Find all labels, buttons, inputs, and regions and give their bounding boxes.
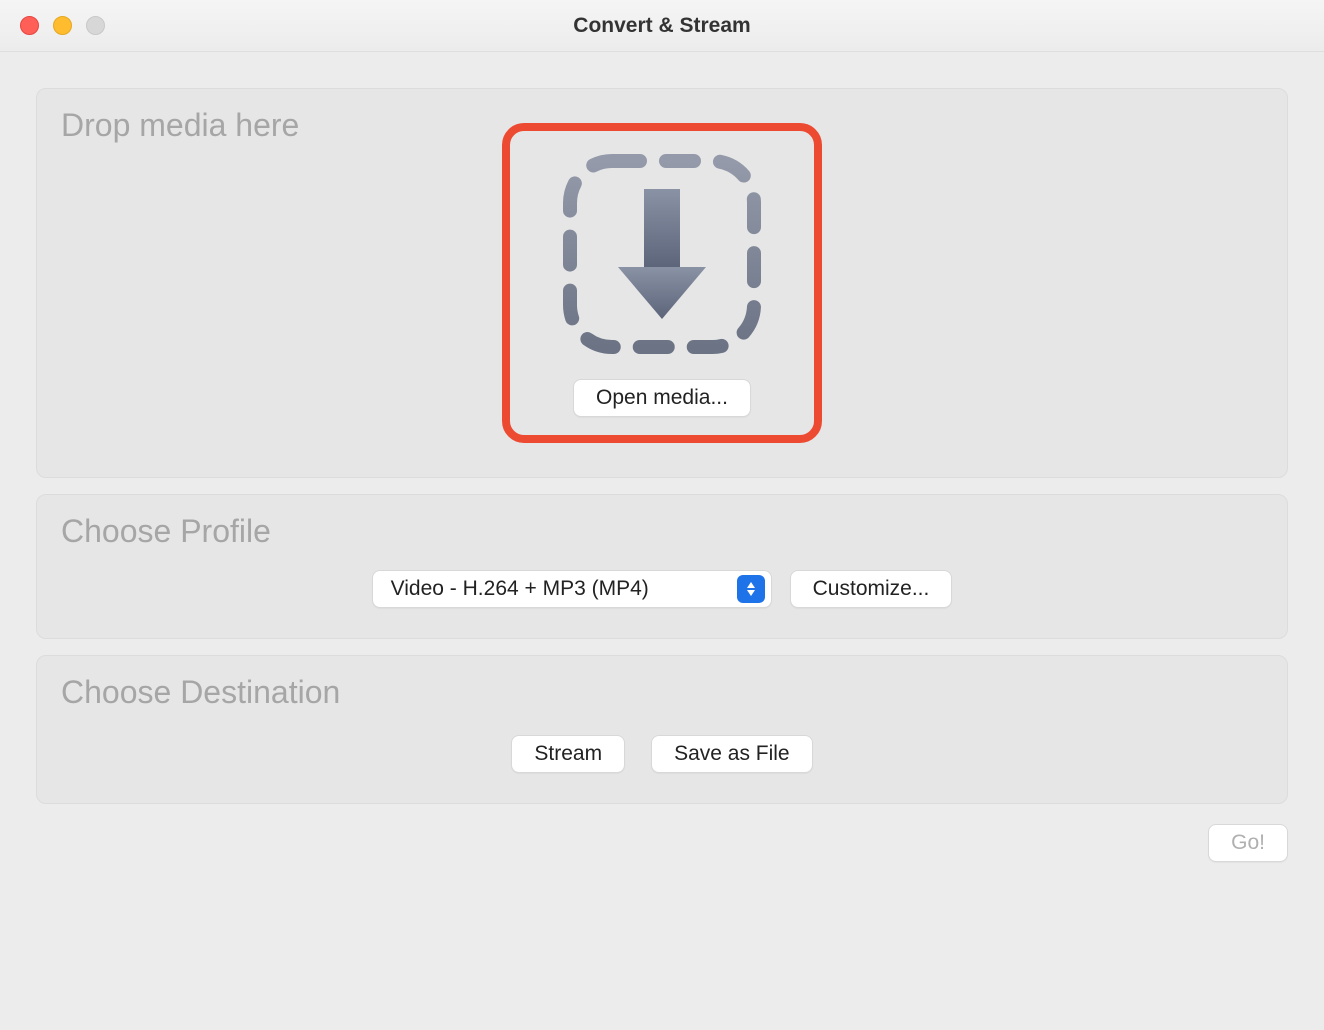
window-controls — [20, 16, 105, 35]
main-content: Drop media here — [0, 52, 1324, 804]
close-window-button[interactable] — [20, 16, 39, 35]
titlebar: Convert & Stream — [0, 0, 1324, 52]
footer: Go! — [0, 804, 1324, 862]
choose-profile-title: Choose Profile — [61, 513, 1263, 550]
customize-button[interactable]: Customize... — [790, 570, 953, 608]
choose-destination-title: Choose Destination — [61, 674, 1263, 711]
window-title: Convert & Stream — [573, 14, 750, 38]
save-as-file-button[interactable]: Save as File — [651, 735, 813, 773]
select-arrows-icon — [737, 575, 765, 603]
stream-button[interactable]: Stream — [511, 735, 625, 773]
highlighted-region: Open media... — [502, 123, 822, 443]
drop-arrow-icon — [552, 149, 772, 359]
profile-select[interactable]: Video - H.264 + MP3 (MP4) — [372, 570, 772, 608]
fullscreen-window-button — [86, 16, 105, 35]
drop-media-panel[interactable]: Drop media here — [36, 88, 1288, 478]
open-media-button[interactable]: Open media... — [573, 379, 751, 417]
profile-select-value: Video - H.264 + MP3 (MP4) — [391, 577, 737, 601]
choose-destination-panel: Choose Destination Stream Save as File — [36, 655, 1288, 804]
choose-profile-panel: Choose Profile Video - H.264 + MP3 (MP4)… — [36, 494, 1288, 639]
minimize-window-button[interactable] — [53, 16, 72, 35]
go-button: Go! — [1208, 824, 1288, 862]
